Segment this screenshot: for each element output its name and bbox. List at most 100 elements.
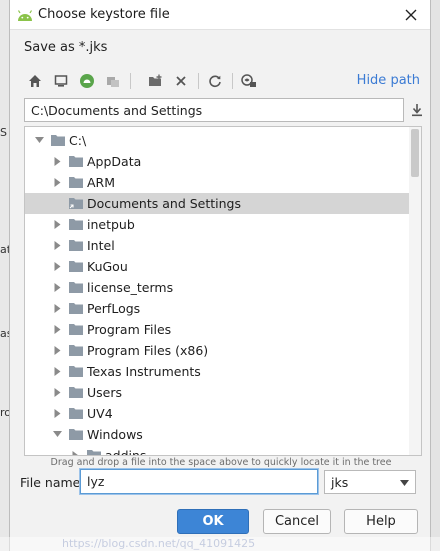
tree-scrollbar[interactable]	[409, 127, 421, 455]
chevron-right-icon[interactable]	[53, 219, 62, 230]
show-hidden-button[interactable]	[238, 70, 260, 92]
project-button[interactable]	[76, 70, 98, 92]
tree-row-label: Users	[87, 385, 123, 400]
file-type-value: jks	[331, 475, 349, 490]
folder-icon	[69, 303, 83, 314]
folder-icon	[69, 324, 83, 335]
tree-row-label: ARM	[87, 175, 116, 190]
file-chooser-toolbar: Hide path	[22, 68, 424, 94]
tree-row[interactable]: C:\	[25, 130, 409, 151]
drag-drop-hint: Drag and drop a file into the space abov…	[50, 457, 392, 468]
folder-icon	[69, 429, 83, 440]
tree-row[interactable]: Intel	[25, 235, 409, 256]
tree-row-label: Texas Instruments	[87, 364, 201, 379]
folder-icon	[69, 366, 83, 377]
refresh-button[interactable]	[204, 70, 226, 92]
chevron-right-icon[interactable]	[53, 324, 62, 335]
tree-row[interactable]: Documents and Settings	[25, 193, 409, 214]
folder-icon	[69, 387, 83, 398]
folder-icon	[69, 282, 83, 293]
file-name-label: File name:	[20, 475, 85, 490]
tree-row-label: UV4	[87, 406, 113, 421]
tree-row[interactable]: KuGou	[25, 256, 409, 277]
background-window-right	[430, 0, 440, 551]
chevron-right-icon[interactable]	[53, 345, 62, 356]
chevron-down-icon[interactable]	[53, 429, 62, 440]
tree-row-label: PerfLogs	[87, 301, 141, 316]
delete-button[interactable]	[170, 70, 192, 92]
refresh-icon	[209, 75, 221, 88]
chevron-right-icon[interactable]	[53, 282, 62, 293]
folder-icon	[87, 450, 101, 455]
folder-icon	[69, 408, 83, 419]
tree-row-label: KuGou	[87, 259, 128, 274]
close-icon	[405, 9, 417, 21]
tree-row-label: Program Files (x86)	[87, 343, 209, 358]
tree-row-label: Documents and Settings	[87, 196, 242, 211]
tree-row[interactable]: inetpub	[25, 214, 409, 235]
dialog-titlebar: Choose keystore file	[10, 0, 430, 30]
module-button[interactable]	[102, 70, 124, 92]
chevron-right-icon[interactable]	[53, 303, 62, 314]
hide-path-link[interactable]: Hide path	[357, 73, 420, 88]
tree-row-label: Program Files	[87, 322, 172, 337]
android-project-icon	[80, 74, 94, 88]
home-button[interactable]	[24, 70, 46, 92]
toolbar-separator	[232, 73, 233, 89]
chevron-right-icon[interactable]	[53, 366, 62, 377]
dialog-title: Choose keystore file	[38, 7, 170, 22]
folder-icon	[69, 345, 83, 356]
tree-row-label: inetpub	[87, 217, 135, 232]
tree-row[interactable]: AppData	[25, 151, 409, 172]
show-hidden-icon	[241, 74, 256, 87]
file-type-dropdown[interactable]: jks	[324, 470, 416, 494]
desktop-button[interactable]	[50, 70, 72, 92]
tree-row[interactable]: PerfLogs	[25, 298, 409, 319]
file-tree[interactable]: C:\ AppData ARM Documents and Settings inetp…	[24, 126, 422, 456]
help-button[interactable]: Help	[344, 509, 418, 534]
folder-icon	[69, 177, 83, 188]
folder-icon	[69, 156, 83, 167]
tree-row[interactable]: Users	[25, 382, 409, 403]
tree-row[interactable]: license_terms	[25, 277, 409, 298]
module-icon	[107, 77, 119, 87]
tree-row[interactable]: UV4	[25, 403, 409, 424]
save-as-description: Save as *.jks	[24, 40, 108, 55]
chevron-right-icon[interactable]	[53, 156, 62, 167]
tree-row-label: addins	[105, 448, 147, 456]
folder-icon	[69, 219, 83, 230]
delete-icon	[176, 76, 186, 86]
ok-button[interactable]: OK	[177, 509, 249, 534]
tree-row[interactable]: Program Files (x86)	[25, 340, 409, 361]
cancel-button[interactable]: Cancel	[263, 509, 331, 534]
chevron-down-icon[interactable]	[35, 135, 44, 146]
tree-row-label: C:\	[69, 133, 87, 148]
close-button[interactable]	[398, 2, 424, 28]
folder-icon	[51, 135, 65, 146]
download-icon	[412, 104, 422, 117]
folder-link-icon	[69, 198, 83, 209]
tree-row-label: AppData	[87, 154, 142, 169]
new-folder-button[interactable]	[144, 70, 166, 92]
tree-row[interactable]: Program Files	[25, 319, 409, 340]
desktop-icon	[54, 75, 68, 87]
chevron-right-icon[interactable]	[71, 450, 80, 456]
chevron-right-icon[interactable]	[53, 387, 62, 398]
home-icon	[29, 75, 41, 87]
tree-row-label: license_terms	[87, 280, 174, 295]
choose-keystore-dialog: Choose keystore file Save as *.jks Hide …	[9, 0, 431, 551]
tree-row-label: Intel	[87, 238, 115, 253]
tree-row[interactable]: Windows	[25, 424, 409, 445]
tree-row[interactable]: ARM	[25, 172, 409, 193]
folder-icon	[69, 261, 83, 272]
chevron-right-icon[interactable]	[53, 261, 62, 272]
chevron-right-icon[interactable]	[53, 177, 62, 188]
scrollbar-thumb[interactable]	[411, 129, 419, 177]
tree-row[interactable]: addins	[25, 445, 409, 456]
chevron-right-icon[interactable]	[53, 240, 62, 251]
tree-row[interactable]: Texas Instruments	[25, 361, 409, 382]
chevron-right-icon[interactable]	[53, 408, 62, 419]
file-name-input[interactable]	[80, 469, 318, 494]
download-button[interactable]	[408, 100, 426, 120]
path-field[interactable]	[24, 98, 404, 122]
